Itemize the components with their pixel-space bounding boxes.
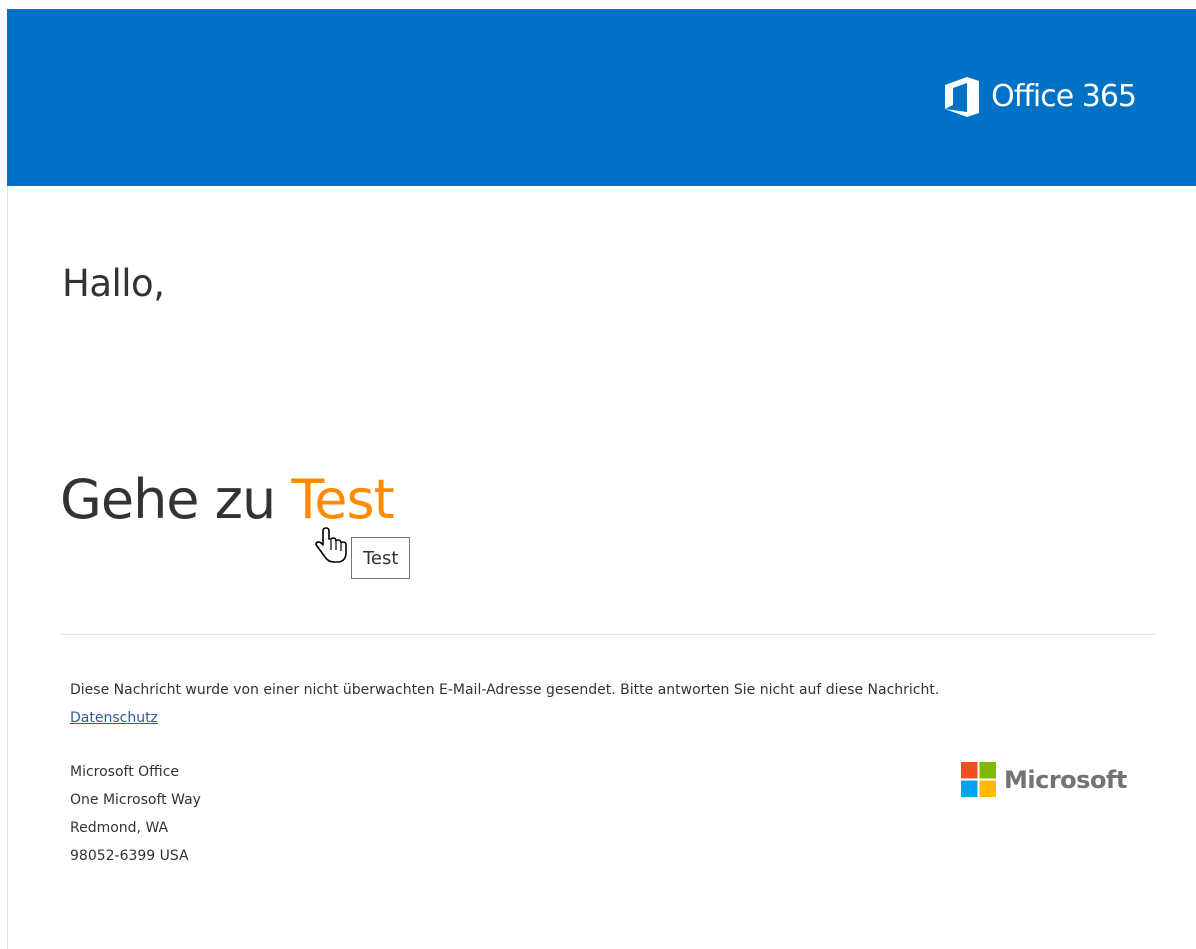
microsoft-logo-icon — [961, 762, 996, 797]
left-border — [7, 186, 8, 949]
greeting-text: Hallo, — [62, 262, 165, 305]
goto-prefix: Gehe zu — [60, 468, 276, 531]
office-logo-icon — [945, 77, 980, 117]
address-line-zip: 98052-6399 USA — [70, 848, 189, 864]
office-brand: Office 365 — [943, 76, 1137, 118]
address-line-city: Redmond, WA — [70, 820, 169, 836]
unmonitored-notice: Diese Nachricht wurde von einer nicht üb… — [70, 682, 940, 698]
footer-divider — [61, 634, 1155, 635]
brand-name: Office 365 — [991, 79, 1137, 114]
header-banner: Office 365 — [7, 9, 1196, 186]
link-tooltip: Test — [351, 537, 411, 579]
goto-heading: Gehe zu Test — [60, 468, 395, 531]
footer: Diese Nachricht wurde von einer nicht üb… — [70, 676, 940, 870]
address-line-street: One Microsoft Way — [70, 792, 201, 808]
microsoft-logo: Microsoft — [961, 762, 1127, 797]
address-line-company: Microsoft Office — [70, 764, 180, 780]
test-link[interactable]: Test — [291, 468, 394, 531]
microsoft-wordmark: Microsoft — [1004, 765, 1127, 794]
postal-address: Microsoft Office One Microsoft Way Redmo… — [70, 758, 940, 870]
email-page: Office 365 Hallo, Gehe zu Test Test Dies… — [0, 0, 1196, 949]
hand-pointer-icon — [315, 527, 347, 563]
privacy-link[interactable]: Datenschutz — [70, 710, 158, 726]
